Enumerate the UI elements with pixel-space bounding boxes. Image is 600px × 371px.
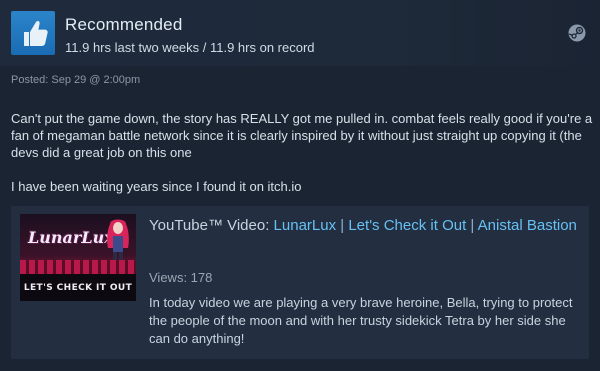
review-body: Can't put the game down, the story has R… bbox=[11, 110, 596, 212]
posted-date: Posted: Sep 29 @ 2:00pm bbox=[11, 74, 141, 86]
title-separator: | bbox=[336, 217, 349, 234]
review-paragraph: Can't put the game down, the story has R… bbox=[11, 111, 593, 160]
steam-icon bbox=[568, 24, 586, 42]
review-paragraph: I have been waiting years since I found … bbox=[11, 179, 302, 194]
video-prefix: YouTube™ Video: bbox=[149, 217, 274, 234]
thumbnail-logo: LunarLux bbox=[28, 228, 114, 247]
video-title: YouTube™ Video: LunarLux | Let's Check i… bbox=[149, 216, 579, 236]
video-description: In today video we are playing a very bra… bbox=[149, 295, 573, 346]
youtube-embed: LunarLux LET'S CHECK IT OUT YouTube™ Vid… bbox=[11, 206, 589, 359]
playtime-hours: 11.9 hrs last two weeks / 11.9 hrs on re… bbox=[65, 40, 315, 55]
video-link-channel[interactable]: LunarLux bbox=[274, 217, 337, 234]
view-count: Views: 178 bbox=[149, 270, 213, 285]
video-link-title[interactable]: Let's Check it Out bbox=[348, 217, 466, 234]
thumbs-up-icon bbox=[11, 11, 55, 55]
video-thumbnail[interactable]: LunarLux LET'S CHECK IT OUT bbox=[20, 214, 136, 301]
title-separator: | bbox=[466, 217, 478, 234]
thumbnail-banner: LET'S CHECK IT OUT bbox=[20, 274, 136, 301]
video-link-subtitle[interactable]: Anistal Bastion bbox=[478, 217, 577, 234]
recommendation-title[interactable]: Recommended bbox=[65, 15, 182, 35]
review-header: Recommended 11.9 hrs last two weeks / 11… bbox=[0, 0, 600, 66]
